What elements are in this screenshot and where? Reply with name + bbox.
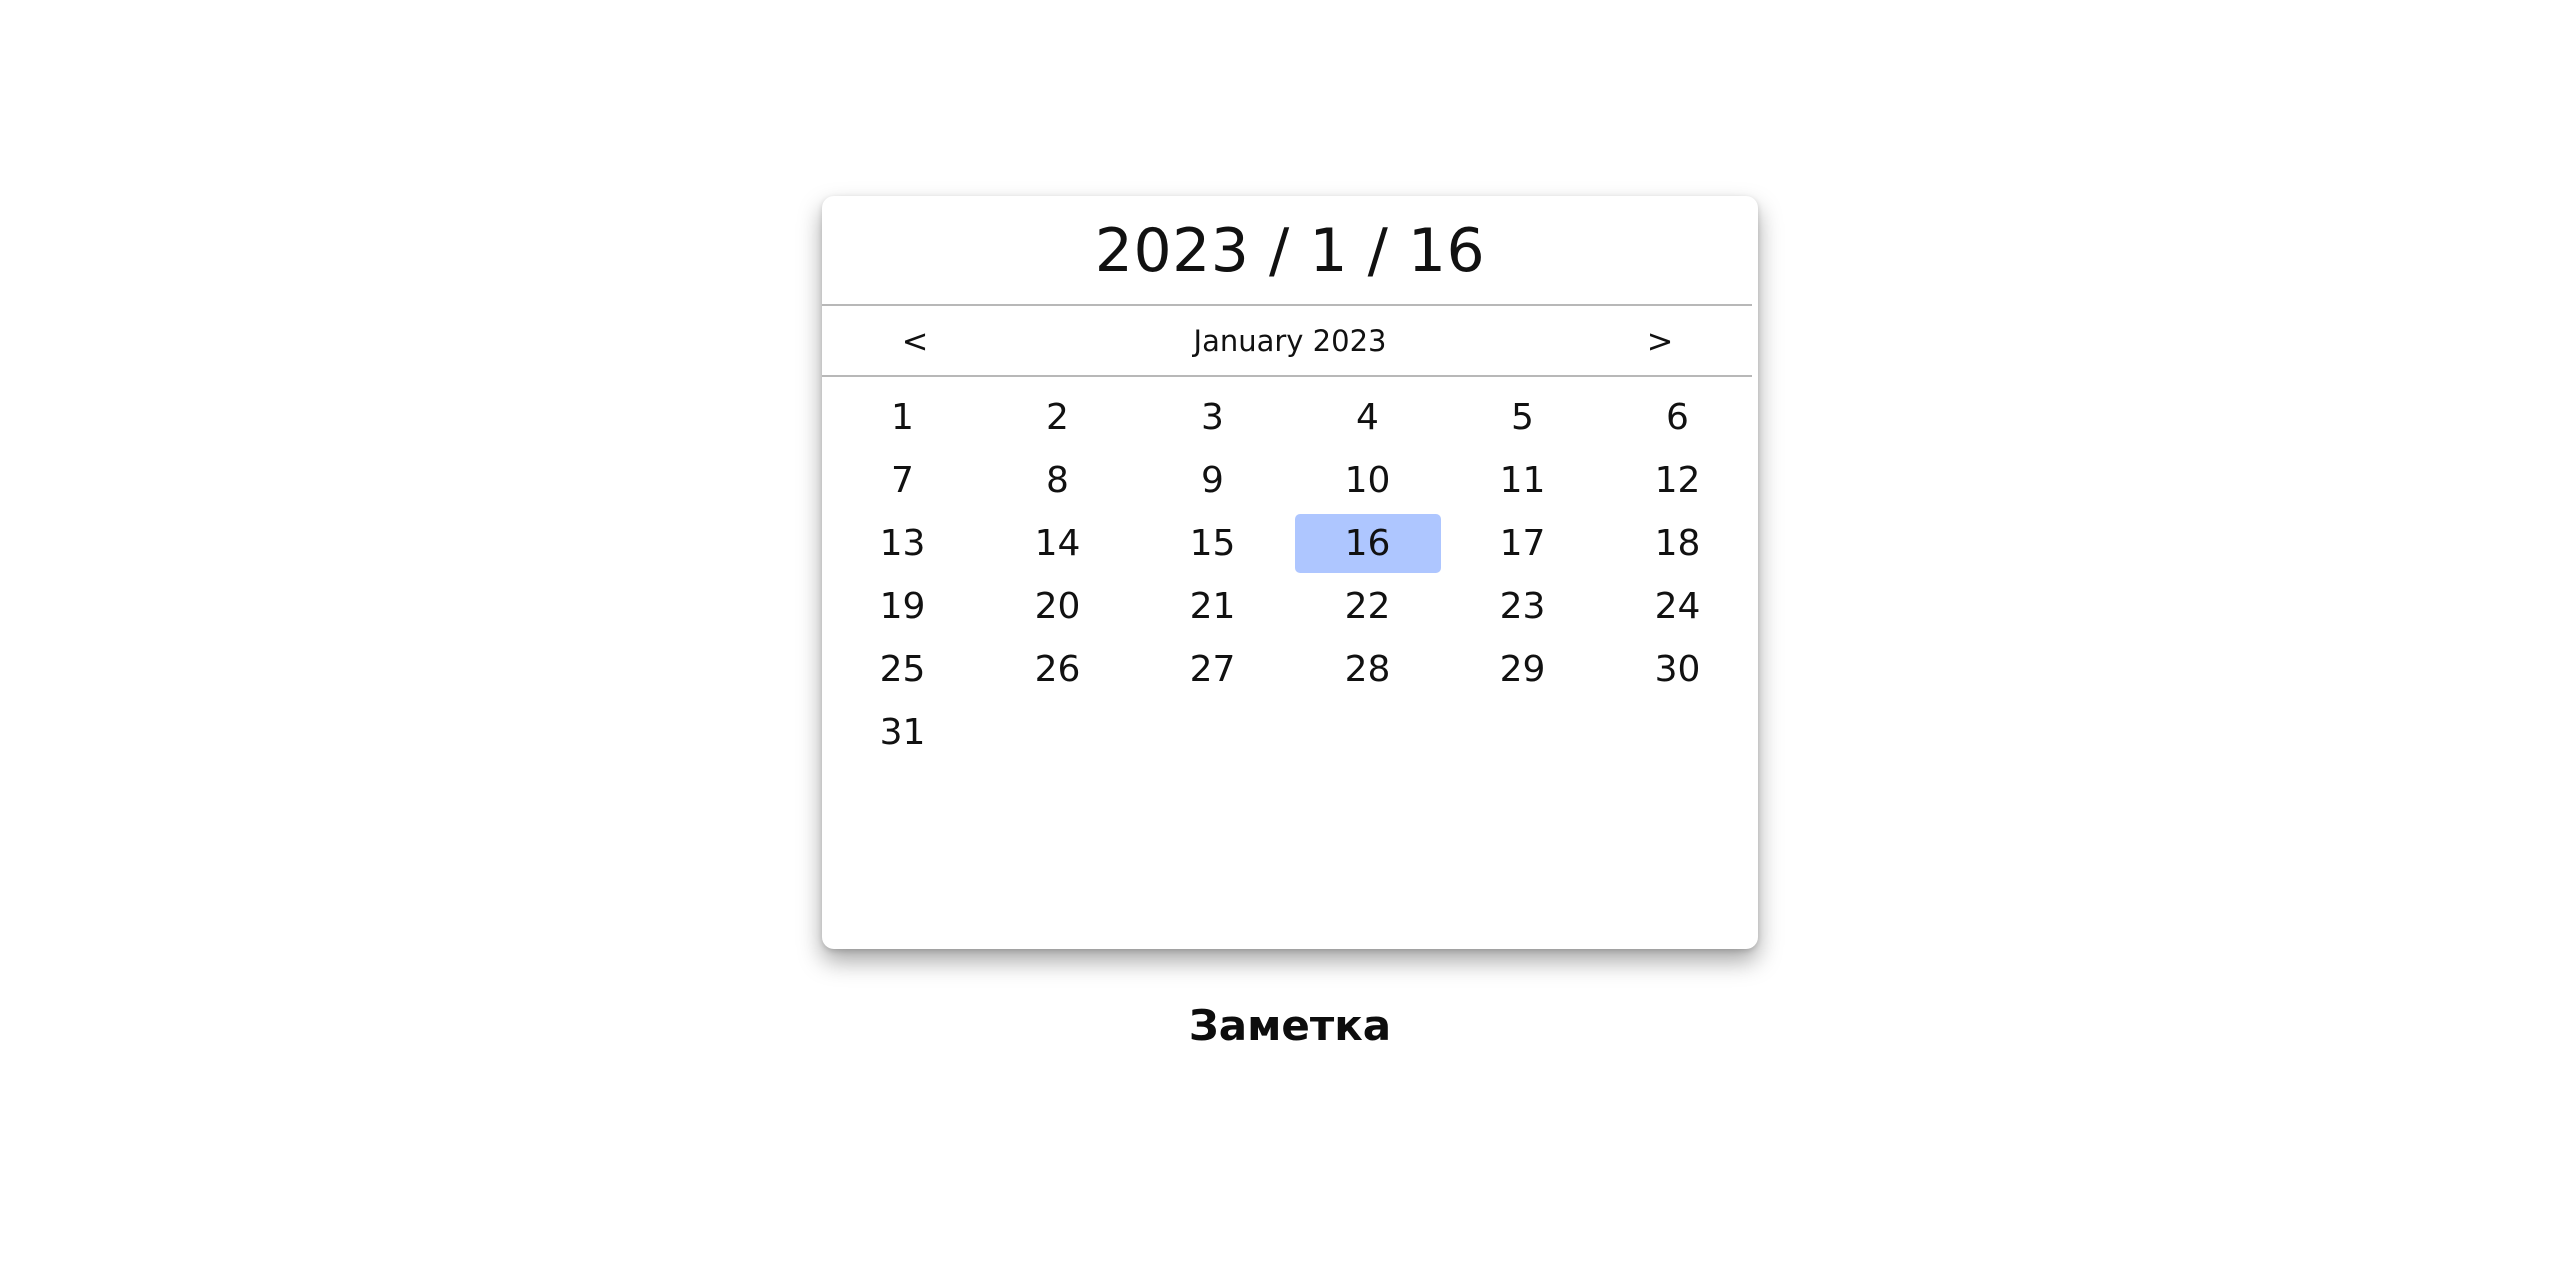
day-cell[interactable]: 14 bbox=[980, 512, 1135, 575]
day-number: 6 bbox=[1666, 397, 1689, 438]
day-cell[interactable]: 17 bbox=[1445, 512, 1600, 575]
day-number: 24 bbox=[1654, 586, 1701, 627]
day-cell[interactable]: 19 bbox=[825, 575, 980, 638]
day-cell[interactable]: 23 bbox=[1445, 575, 1600, 638]
calendar-widget: 2023 / 1 / 16 < January 2023 > 1 2 3 4 5… bbox=[822, 196, 1758, 949]
day-cell[interactable]: 20 bbox=[980, 575, 1135, 638]
nav-divider bbox=[822, 375, 1752, 377]
day-cell[interactable]: 8 bbox=[980, 449, 1135, 512]
day-cell[interactable]: 26 bbox=[980, 638, 1135, 701]
day-cell[interactable]: 9 bbox=[1135, 449, 1290, 512]
day-number: 18 bbox=[1654, 523, 1701, 564]
day-number: 29 bbox=[1499, 649, 1546, 690]
previous-month-button[interactable]: < bbox=[875, 306, 955, 375]
day-number: 22 bbox=[1344, 586, 1391, 627]
day-cell[interactable]: 2 bbox=[980, 386, 1135, 449]
day-number: 26 bbox=[1034, 649, 1081, 690]
day-number: 11 bbox=[1499, 460, 1546, 501]
day-number: 1 bbox=[891, 397, 914, 438]
day-number: 16 bbox=[1294, 514, 1441, 573]
selected-date-display: 2023 / 1 / 16 bbox=[1094, 216, 1486, 286]
day-number: 3 bbox=[1201, 397, 1224, 438]
day-cell[interactable]: 24 bbox=[1600, 575, 1755, 638]
day-cell[interactable]: 4 bbox=[1290, 386, 1445, 449]
day-number: 17 bbox=[1499, 523, 1546, 564]
day-number: 15 bbox=[1189, 523, 1236, 564]
day-number: 8 bbox=[1046, 460, 1069, 501]
day-number: 13 bbox=[879, 523, 926, 564]
day-number: 9 bbox=[1201, 460, 1224, 501]
day-number: 25 bbox=[879, 649, 926, 690]
day-number: 27 bbox=[1189, 649, 1236, 690]
day-cell[interactable]: 7 bbox=[825, 449, 980, 512]
day-cell[interactable]: 29 bbox=[1445, 638, 1600, 701]
day-cell[interactable]: 31 bbox=[825, 701, 980, 764]
day-cell[interactable]: 28 bbox=[1290, 638, 1445, 701]
day-grid: 1 2 3 4 5 6 7 8 9 10 11 12 13 14 15 16 1… bbox=[822, 386, 1758, 764]
next-month-button[interactable]: > bbox=[1620, 306, 1700, 375]
day-cell[interactable]: 3 bbox=[1135, 386, 1290, 449]
day-number: 7 bbox=[891, 460, 914, 501]
day-cell[interactable]: 13 bbox=[825, 512, 980, 575]
day-number: 21 bbox=[1189, 586, 1236, 627]
note-heading: Заметка bbox=[1188, 1000, 1392, 1050]
day-cell[interactable]: 11 bbox=[1445, 449, 1600, 512]
day-cell[interactable]: 1 bbox=[825, 386, 980, 449]
day-cell[interactable]: 22 bbox=[1290, 575, 1445, 638]
day-cell[interactable]: 27 bbox=[1135, 638, 1290, 701]
day-number: 2 bbox=[1046, 397, 1069, 438]
month-navigation: < January 2023 > bbox=[822, 306, 1758, 375]
day-number: 28 bbox=[1344, 649, 1391, 690]
day-cell[interactable]: 12 bbox=[1600, 449, 1755, 512]
day-number: 20 bbox=[1034, 586, 1081, 627]
day-number: 31 bbox=[879, 712, 926, 753]
day-cell[interactable]: 18 bbox=[1600, 512, 1755, 575]
day-number: 30 bbox=[1654, 649, 1701, 690]
day-cell[interactable]: 25 bbox=[825, 638, 980, 701]
day-number: 23 bbox=[1499, 586, 1546, 627]
day-cell[interactable]: 30 bbox=[1600, 638, 1755, 701]
day-number: 5 bbox=[1511, 397, 1534, 438]
day-number: 12 bbox=[1654, 460, 1701, 501]
day-cell[interactable]: 5 bbox=[1445, 386, 1600, 449]
month-year-label: January 2023 bbox=[1193, 323, 1387, 358]
day-cell[interactable]: 15 bbox=[1135, 512, 1290, 575]
day-number: 19 bbox=[879, 586, 926, 627]
day-number: 10 bbox=[1344, 460, 1391, 501]
day-cell[interactable]: 21 bbox=[1135, 575, 1290, 638]
day-number: 4 bbox=[1356, 397, 1379, 438]
day-cell[interactable]: 6 bbox=[1600, 386, 1755, 449]
day-cell[interactable]: 10 bbox=[1290, 449, 1445, 512]
day-cell-selected[interactable]: 16 bbox=[1290, 512, 1445, 575]
day-number: 14 bbox=[1034, 523, 1081, 564]
